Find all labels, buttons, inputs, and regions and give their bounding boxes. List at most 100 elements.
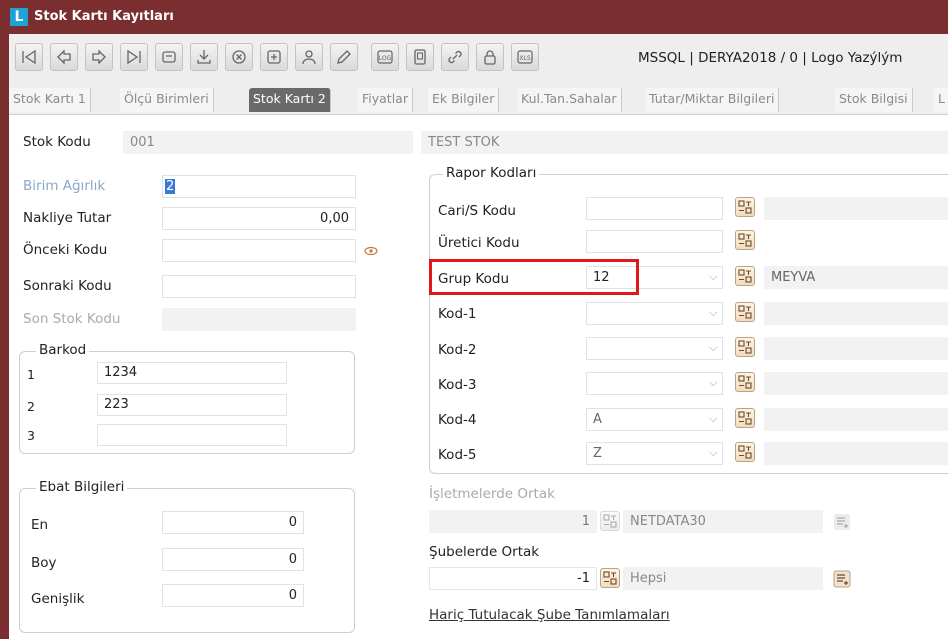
kod-5-label: Kod-5 — [438, 447, 477, 463]
user-button[interactable] — [295, 43, 323, 71]
list-add-icon[interactable] — [833, 570, 851, 588]
chevron-down-icon[interactable]: ⌵ — [709, 270, 717, 284]
folder-icon — [162, 51, 176, 63]
kod-4-desc — [764, 408, 948, 431]
son-stok-kodu-label: Son Stok Kodu — [23, 311, 121, 327]
chevron-down-icon[interactable]: ⌵ — [709, 341, 717, 355]
last-record-button[interactable] — [120, 43, 148, 71]
tab-overflow[interactable]: L — [934, 88, 948, 112]
delete-button[interactable] — [225, 43, 253, 71]
lock-button[interactable] — [476, 43, 504, 71]
kod-3-lookup-button[interactable] — [735, 372, 755, 392]
cari-s-kodu-lookup-button[interactable] — [735, 197, 755, 217]
kod-2-lookup-button[interactable] — [735, 337, 755, 357]
en-label: En — [31, 517, 49, 533]
onceki-kodu-field[interactable] — [162, 239, 356, 262]
barkod-field[interactable]: 223 — [97, 394, 287, 416]
lookup-icon — [738, 445, 752, 459]
lookup-icon — [738, 340, 752, 354]
stok-adi-field[interactable]: TEST STOK — [421, 131, 948, 154]
lookup-icon — [738, 233, 752, 247]
chevron-down-icon[interactable]: ⌵ — [709, 412, 717, 426]
tab-olcu-birimleri[interactable]: Ölçü Birimleri — [120, 88, 214, 112]
uretici-kodu-field[interactable] — [586, 230, 723, 253]
isletmelerde-ortak-label: İşletmelerde Ortak — [429, 486, 555, 502]
haric-tutulacak-sube-link[interactable]: Hariç Tutulacak Şube Tanımlamaları — [429, 607, 670, 623]
barkod-row-number: 2 — [27, 399, 35, 414]
tab-tutar-miktar-bilgileri[interactable]: Tutar/Miktar Bilgileri — [645, 88, 780, 112]
grup-kodu-highlight — [429, 259, 639, 295]
title-bar: L Stok Kartı Kayıtları — [0, 0, 948, 34]
excel-export-button[interactable]: XLS — [511, 43, 539, 71]
tab-stok-bilgisi[interactable]: Stok Bilgisi — [835, 88, 913, 112]
tab-kul-tan-sahalar[interactable]: Kul.Tan.Sahalar — [517, 88, 622, 112]
excel-icon: XLS — [517, 50, 533, 64]
next-record-button[interactable] — [85, 43, 113, 71]
svg-text:LOG: LOG — [379, 55, 392, 62]
kod-2-desc — [764, 337, 948, 360]
kod-1-lookup-button[interactable] — [735, 302, 755, 322]
birim-agirlik-label: Birim Ağırlık — [23, 178, 106, 194]
en-field[interactable]: 0 — [162, 511, 304, 534]
user-icon — [302, 50, 316, 65]
lookup-icon — [603, 571, 617, 585]
first-record-button[interactable] — [15, 43, 43, 71]
window-title: Stok Kartı Kayıtları — [34, 9, 174, 24]
kod-3-field[interactable] — [586, 372, 723, 395]
cari-s-kodu-field[interactable] — [586, 197, 723, 220]
nakliye-tutar-label: Nakliye Tutar — [23, 210, 112, 226]
edit-button[interactable] — [330, 43, 358, 71]
stok-kodu-field[interactable]: 001 — [123, 131, 413, 154]
tab-stok-karti-1[interactable]: Stok Kartı 1 — [9, 88, 91, 112]
subelerde-ortak-field[interactable]: -1 — [429, 567, 597, 590]
save-button[interactable] — [190, 43, 218, 71]
lookup-icon — [738, 200, 752, 214]
app-logo-icon: L — [10, 8, 28, 26]
onceki-kodu-label: Önceki Kodu — [23, 242, 108, 258]
lookup-icon — [738, 269, 752, 283]
isletmelerde-ortak-desc: NETDATA30 — [623, 510, 823, 533]
kod-1-field[interactable] — [586, 302, 723, 325]
tab-stok-karti-2[interactable]: Stok Kartı 2 — [249, 88, 331, 112]
previous-record-button[interactable] — [50, 43, 78, 71]
boy-field[interactable]: 0 — [162, 548, 304, 571]
kod-2-field[interactable] — [586, 337, 723, 360]
subelerde-ortak-lookup-button[interactable] — [600, 568, 620, 588]
first-record-icon — [22, 49, 36, 65]
kod-5-lookup-button[interactable] — [735, 442, 755, 462]
cari-s-kodu-desc — [764, 197, 948, 220]
tab-ek-bilgiler[interactable]: Ek Bilgiler — [428, 88, 500, 112]
uretici-kodu-label: Üretici Kodu — [438, 235, 520, 251]
chevron-down-icon[interactable]: ⌵ — [709, 376, 717, 390]
link-button[interactable] — [441, 43, 469, 71]
barkod-field[interactable]: 1234 — [97, 362, 287, 384]
lookup-icon — [738, 375, 752, 389]
svg-text:XLS: XLS — [519, 55, 530, 62]
isletmelerde-ortak-field: 1 — [429, 510, 597, 533]
lookup-icon — [603, 514, 617, 528]
genislik-field[interactable]: 0 — [162, 584, 304, 607]
grup-kodu-lookup-button[interactable] — [735, 266, 755, 286]
chevron-down-icon[interactable]: ⌵ — [709, 306, 717, 320]
new-record-icon — [267, 50, 281, 64]
chevron-down-icon[interactable]: ⌵ — [709, 446, 717, 460]
tab-bar: Stok Kartı 1 Ölçü Birimleri Stok Kartı 2… — [9, 86, 948, 114]
kod-5-field[interactable]: Z — [586, 442, 723, 465]
sonraki-kodu-field[interactable] — [162, 275, 356, 298]
birim-agirlik-field[interactable]: 2 — [162, 175, 356, 198]
son-stok-kodu-field — [162, 308, 356, 331]
kod-4-lookup-button[interactable] — [735, 408, 755, 428]
subelerde-ortak-desc: Hepsi — [623, 567, 823, 590]
log-icon: LOG — [377, 50, 393, 64]
barkod-field[interactable] — [97, 424, 287, 446]
eye-icon[interactable] — [363, 245, 379, 257]
tab-fiyatlar[interactable]: Fiyatlar — [358, 88, 413, 112]
uretici-kodu-lookup-button[interactable] — [735, 230, 755, 250]
document-button[interactable] — [406, 43, 434, 71]
folder-button[interactable] — [155, 43, 183, 71]
log-button[interactable]: LOG — [371, 43, 399, 71]
kod-4-field[interactable]: A — [586, 408, 723, 431]
cari-s-kodu-label: Cari/S Kodu — [438, 203, 516, 219]
new-record-button[interactable] — [260, 43, 288, 71]
nakliye-tutar-field[interactable]: 0,00 — [162, 207, 356, 230]
